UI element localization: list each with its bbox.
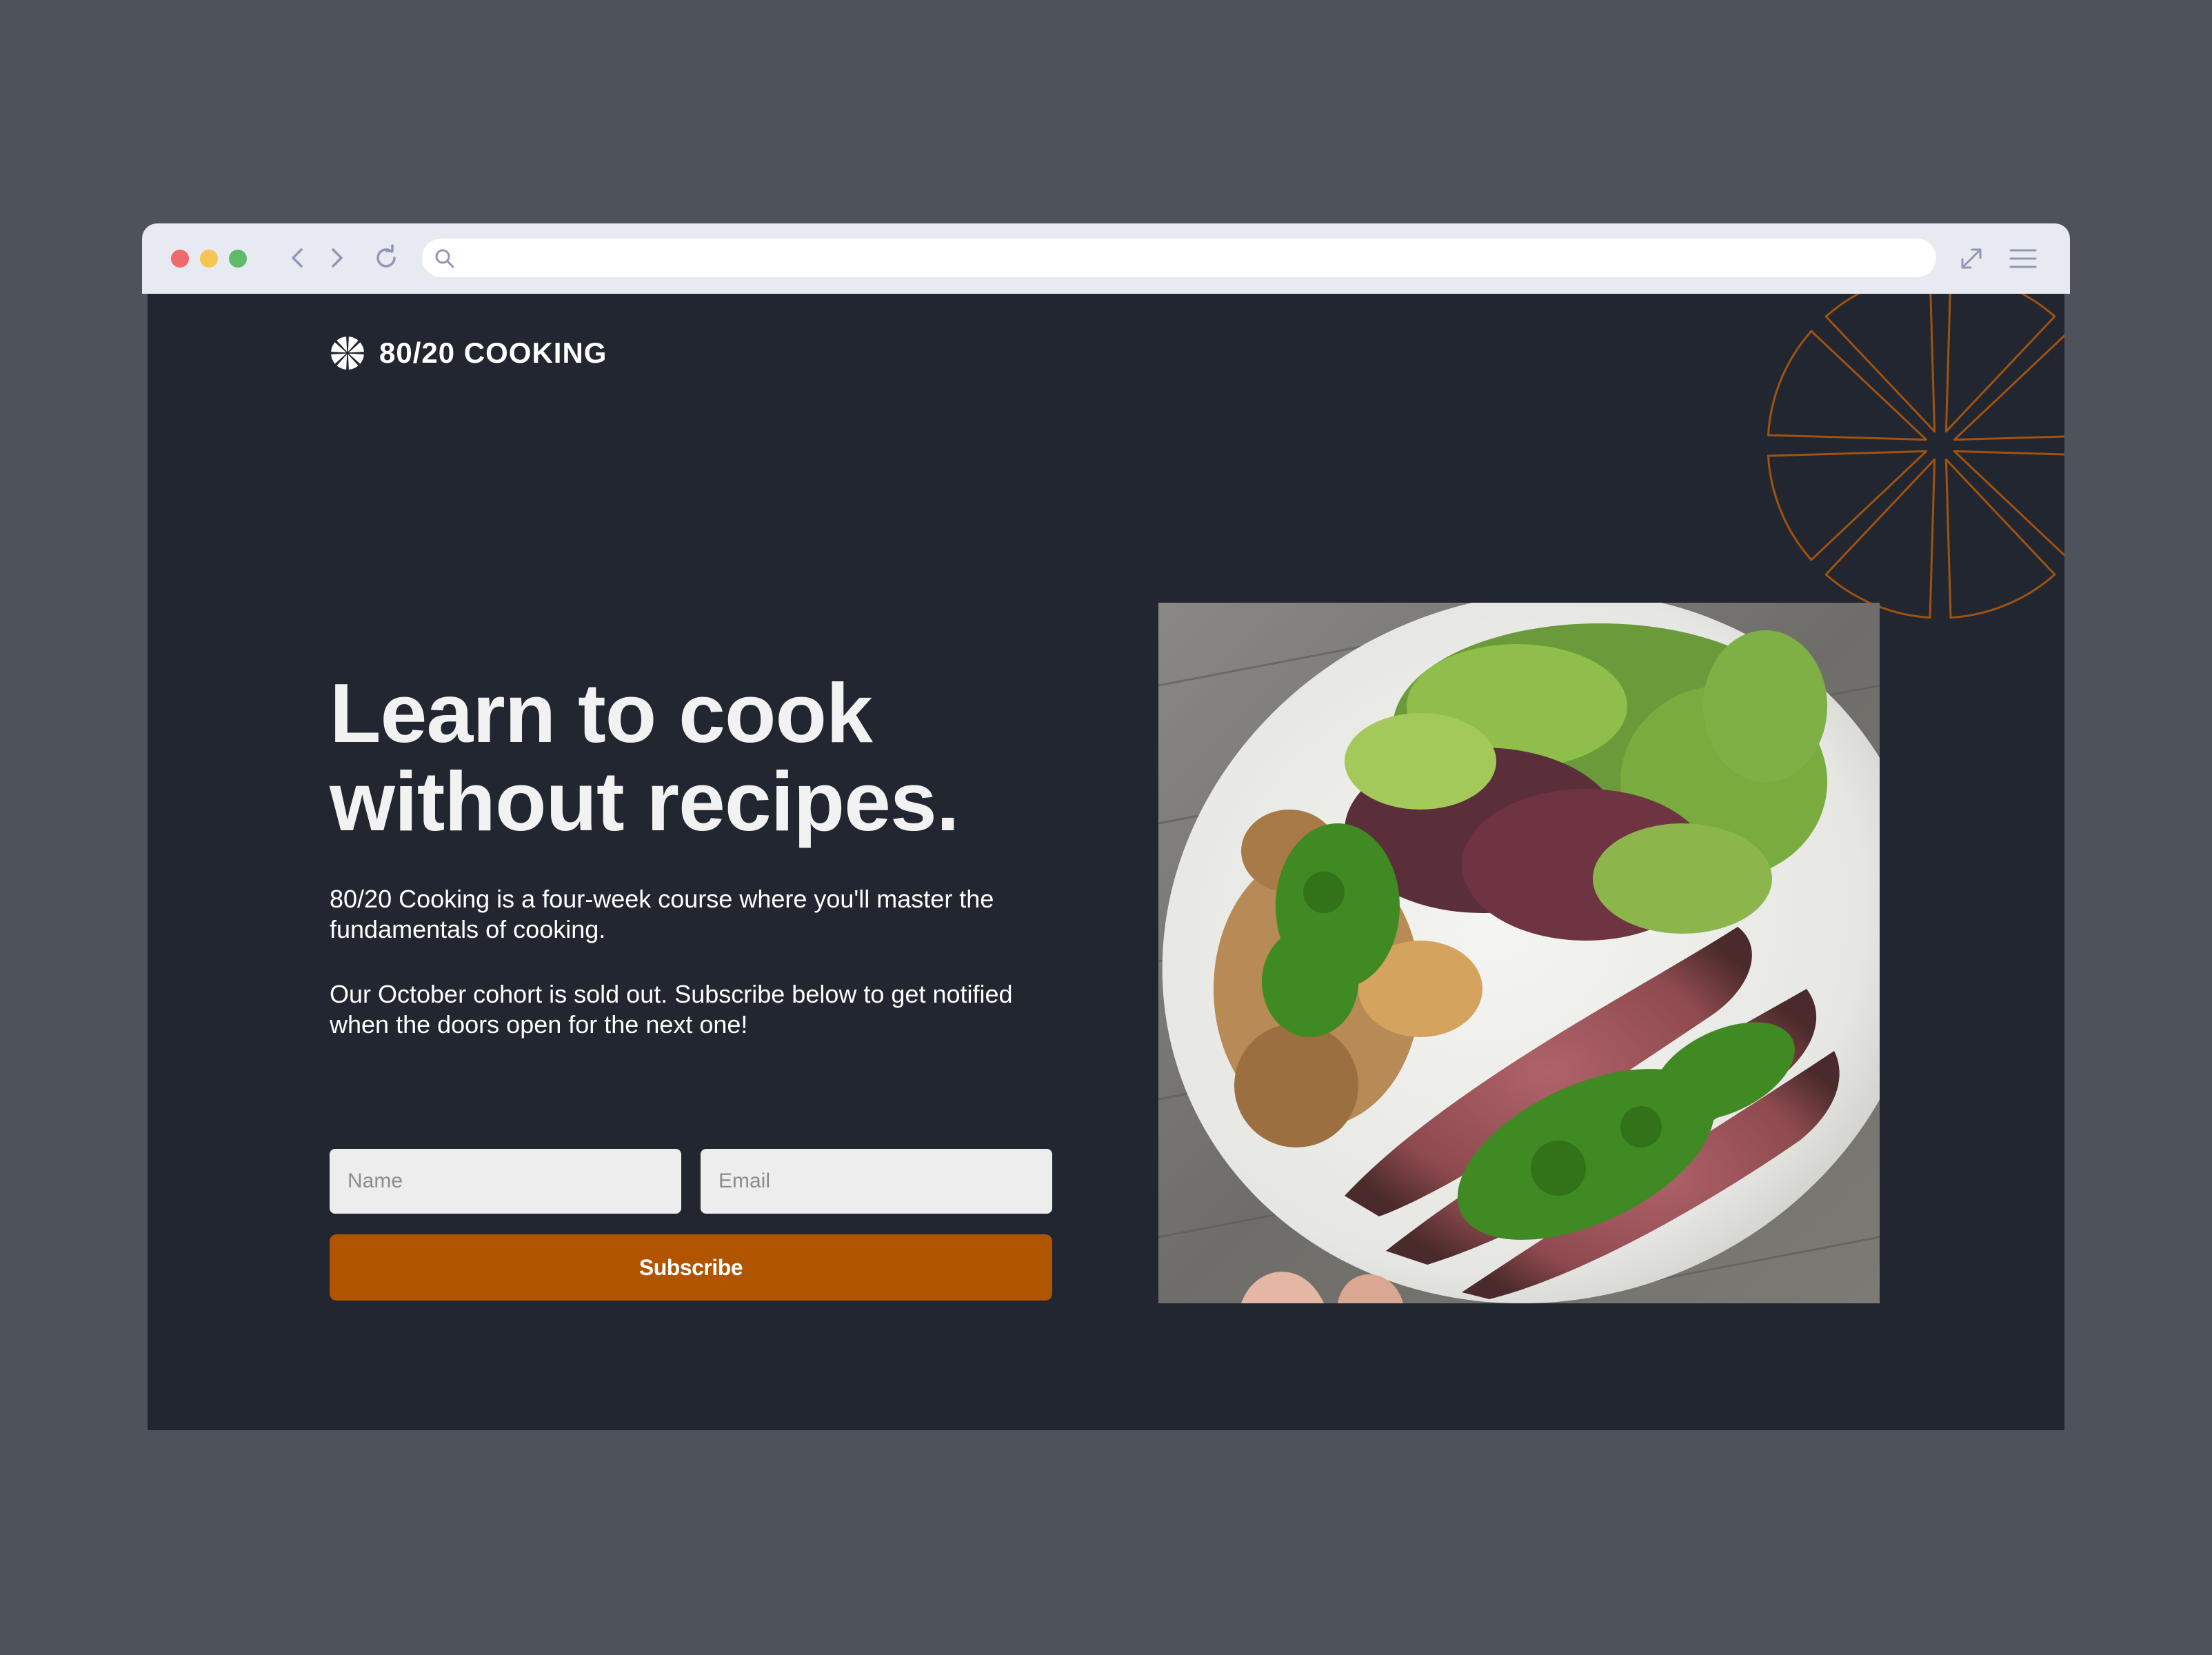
- hero-title-line-2: without recipes.: [330, 754, 960, 848]
- address-bar[interactable]: [422, 239, 1936, 277]
- expand-icon[interactable]: [1957, 244, 1986, 273]
- hero-title: Learn to cook without recipes.: [330, 669, 1088, 845]
- landing-page: 80/20 COOKING Learn to cook without reci…: [148, 294, 2064, 1430]
- brand-name: 80/20 COOKING: [379, 337, 607, 369]
- brand[interactable]: 80/20 COOKING: [330, 332, 607, 374]
- hero-title-line-1: Learn to cook: [330, 666, 873, 760]
- chevron-left-icon[interactable]: [283, 243, 313, 273]
- minimize-window-button[interactable]: [200, 250, 218, 268]
- email-input[interactable]: [701, 1149, 1052, 1214]
- close-window-button[interactable]: [171, 250, 189, 268]
- search-icon: [435, 249, 454, 268]
- subscribe-button[interactable]: Subscribe: [330, 1234, 1052, 1301]
- chevron-right-icon[interactable]: [321, 243, 352, 273]
- hero-food-photo: [1158, 603, 1880, 1303]
- course-description: 80/20 Cooking is a four-week course wher…: [330, 885, 994, 943]
- citrus-slice-icon: [331, 337, 364, 370]
- maximize-window-button[interactable]: [229, 250, 247, 268]
- cohort-notice: Our October cohort is sold out. Subscrib…: [330, 980, 1013, 1039]
- food-plate-image: [1158, 603, 1880, 1303]
- name-input[interactable]: [330, 1149, 681, 1214]
- hamburger-menu-icon[interactable]: [2008, 244, 2038, 273]
- browser-window: 80/20 COOKING Learn to cook without reci…: [142, 223, 2070, 1430]
- reload-icon[interactable]: [371, 243, 401, 273]
- browser-toolbar: [142, 223, 2070, 294]
- citrus-slice-decoration-icon: [1767, 294, 2064, 619]
